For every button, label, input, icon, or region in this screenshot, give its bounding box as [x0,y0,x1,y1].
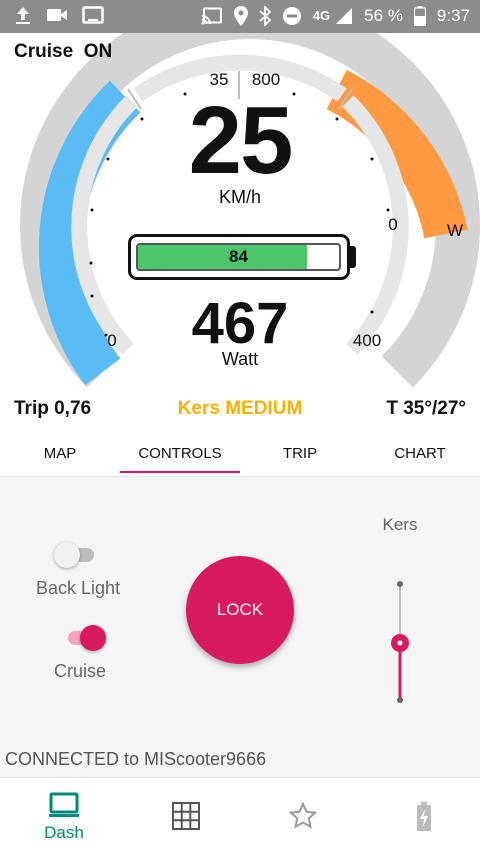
dashboard-panel: 0 35 800 0 400 W Cruise ON 25 KM/h 84 46… [0,33,480,436]
power-value: 467 [191,291,289,356]
tab-trip[interactable]: TRIP [240,436,360,476]
speed-min-label: 0 [107,331,116,350]
do-not-disturb-icon [282,7,301,25]
battery-track: 84 [136,243,341,271]
grid-icon [172,802,200,830]
lock-button[interactable]: LOCK [186,556,294,664]
tab-label: CHART [394,445,446,462]
kers-slider[interactable] [385,577,415,707]
clock: 9:37 [436,6,470,25]
bluetooth-icon [259,6,271,26]
tab-label: CONTROLS [138,445,222,462]
nav-favorites[interactable] [244,778,364,854]
nav-battery[interactable] [365,778,480,854]
power-min-label: 400 [353,331,381,350]
battery-icon [413,6,426,26]
tab-chart[interactable]: CHART [360,436,480,476]
nav-grid[interactable] [127,778,247,854]
back-light-label: Back Light [36,578,121,598]
upload-icon [16,7,30,24]
power-unit: Watt [221,349,259,369]
kers-mode: Kers MEDIUM [177,398,303,419]
tab-map[interactable]: MAP [0,436,120,476]
tab-bar: MAP CONTROLS TRIP CHART [0,436,480,477]
back-light-toggle[interactable] [54,540,98,570]
network-type: 4G [312,8,331,23]
signal-icon [336,8,353,24]
kers-label: Kers [382,515,418,534]
battery-level: 84 [229,247,248,266]
controls-panel: Back Light Cruise LOCK Kers CONNECTED to… [0,477,480,777]
battery-percent: 56 % [364,6,403,25]
cruise-label: Cruise [54,661,107,681]
dashboard-icon [49,792,79,817]
connection-status: CONNECTED to MIScooter9666 [5,749,267,769]
nav-dash[interactable]: Dash [4,778,124,854]
tab-label: TRIP [282,445,318,462]
speed-unit: KM/h [218,187,261,207]
cast-icon [201,7,222,25]
tablet-icon [82,6,104,24]
tab-label: MAP [43,445,77,462]
temperature: T 35°/27° [386,398,466,419]
tab-controls[interactable]: CONTROLS [120,436,240,476]
bottom-navigation: Dash [0,777,480,854]
battery-cap [350,246,356,268]
trip-distance: Trip 0,76 [14,398,92,419]
video-camera-icon [47,9,67,21]
power-zero-label: 0 [388,215,397,234]
battery-charging-icon [417,802,431,831]
power-unit-side-label: W [447,221,463,240]
status-bar: 4G 56 % 9:37 [0,0,480,33]
nav-dash-label: Dash [44,823,84,842]
cruise-toggle[interactable] [62,623,106,653]
location-icon [233,6,248,26]
speed-value: 25 [188,87,294,194]
active-tab-indicator [120,471,240,473]
battery-bar: 84 [128,234,350,280]
cruise-status: Cruise ON [14,41,113,62]
star-icon [289,802,317,829]
